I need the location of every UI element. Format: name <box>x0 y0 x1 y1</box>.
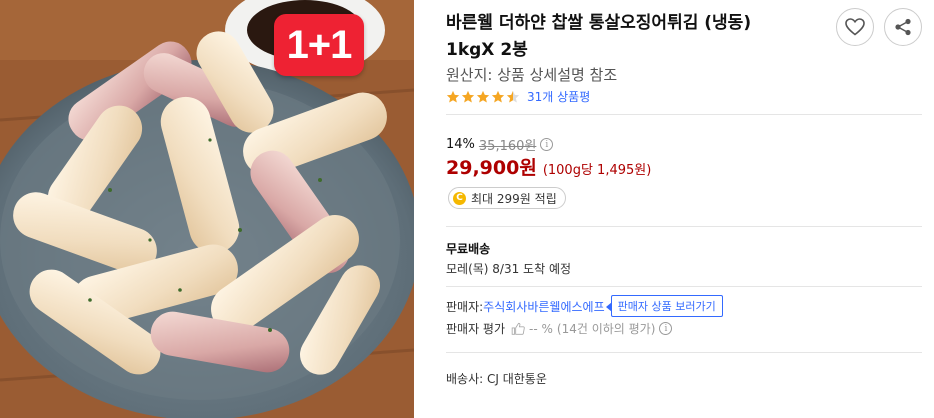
seller-rating-note: (14건 이하의 평가) <box>556 322 656 336</box>
star-icon <box>461 90 475 103</box>
info-icon[interactable]: i <box>659 322 673 335</box>
reward-badge: C 최대 299원 적립 <box>448 187 566 209</box>
share-icon <box>895 18 911 36</box>
seller-label: 판매자: <box>446 299 484 314</box>
original-price-row: 14% 35,160원 i <box>446 135 554 154</box>
divider <box>446 286 922 287</box>
product-title: 바른웰 더하얀 찹쌀 통살오징어튀김 (냉동) 1kgX 2봉 <box>446 13 752 60</box>
thumbs-up-icon <box>511 322 525 335</box>
star-icon <box>446 90 460 103</box>
origin-info: 원산지: 상품 상세설명 참조 <box>446 66 618 84</box>
original-price: 35,160원 <box>478 139 537 154</box>
seller-rating-label: 판매자 평가 <box>446 322 506 336</box>
half-star-icon <box>506 90 520 103</box>
promo-badge: 1+1 <box>274 14 364 76</box>
unit-price: (100g당 1,495원) <box>542 163 652 178</box>
wishlist-button[interactable] <box>836 8 874 46</box>
info-icon[interactable]: i <box>540 138 554 151</box>
shipping-title: 무료배송 <box>446 242 491 256</box>
seller-name-link[interactable]: 주식회사바른웰에스에프 <box>483 298 604 315</box>
arrival-date: 모레(목) 8/31 도착 예정 <box>446 262 572 276</box>
seller-rating-row: 판매자 평가 -- % (14건 이하의 평가) i <box>446 320 673 337</box>
sale-price-row: 29,900원 (100g당 1,495원) <box>446 153 651 180</box>
divider <box>446 226 922 227</box>
heart-icon <box>845 18 865 36</box>
divider <box>446 114 922 115</box>
seller-products-tooltip[interactable]: 판매자 상품 보러가기 <box>605 295 723 317</box>
review-count-link[interactable]: 31개 상품평 <box>527 88 590 105</box>
coin-icon: C <box>453 191 466 205</box>
delivery-carrier: 배송사: CJ 대한통운 <box>446 372 547 386</box>
seller-row: 판매자: 주식회사바른웰에스에프 판매자 상품 보러가기 <box>446 295 723 317</box>
sale-price: 29,900원 <box>446 157 537 179</box>
seller-rating-value: -- % <box>529 321 553 336</box>
rating-summary[interactable]: 31개 상품평 <box>446 88 590 105</box>
rating-stars <box>446 90 521 104</box>
star-icon <box>476 90 490 103</box>
discount-rate: 14% <box>446 137 475 152</box>
share-button[interactable] <box>884 8 922 46</box>
divider <box>446 352 922 353</box>
product-info-panel: 바른웰 더하얀 찹쌀 통살오징어튀김 (냉동) 1kgX 2봉 원산지: 상품 … <box>446 0 926 418</box>
product-image: 1+1 <box>0 0 414 418</box>
reward-text: 최대 299원 적립 <box>471 191 557 206</box>
star-icon <box>491 90 505 103</box>
